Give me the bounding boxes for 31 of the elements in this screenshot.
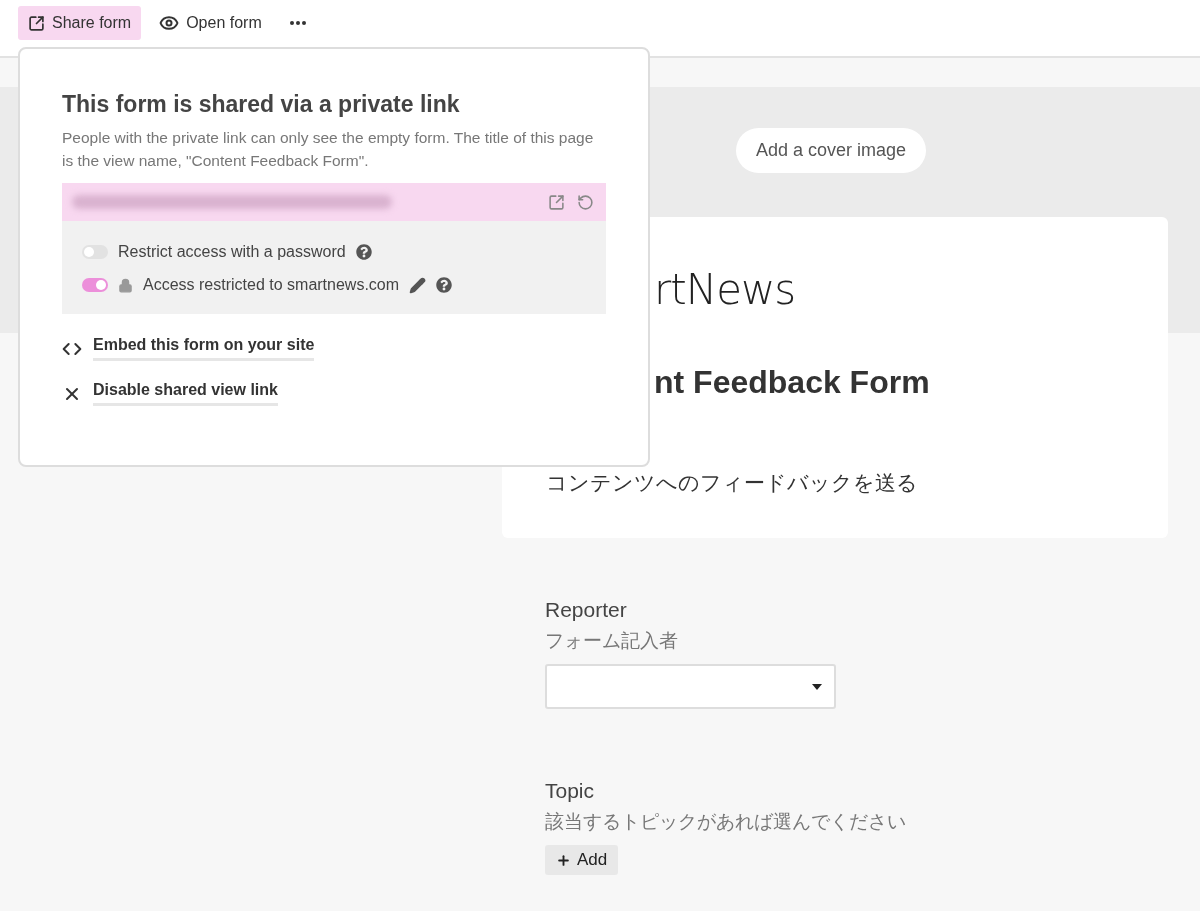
popup-link[interactable]: Embed this form on your site: [93, 336, 315, 361]
plus-icon: [556, 852, 571, 868]
toolbar-button[interactable]: Open form: [149, 6, 272, 40]
eye-icon: [159, 13, 180, 33]
pencil-icon[interactable]: [409, 276, 427, 294]
field-description: フォーム記入者: [545, 628, 678, 653]
field-label: Topic: [545, 779, 595, 803]
popup-description: People with the private link can only see the empty form. The title of this page is the view name, "Content Feedback Form".: [62, 128, 595, 171]
toggle-label: Restrict access with a password: [118, 243, 346, 261]
add-button[interactable]: Add: [545, 845, 619, 875]
select-field[interactable]: [545, 664, 836, 709]
popup-link[interactable]: Disable shared view link: [93, 381, 278, 406]
caret-icon: [812, 683, 822, 690]
toggle-switch[interactable]: [82, 278, 108, 292]
reset-icon[interactable]: [577, 193, 594, 211]
share-icon: [28, 14, 45, 32]
toggle-label: Access restricted to smartnews.com: [143, 276, 400, 294]
add-cover-button[interactable]: Add a cover image: [736, 128, 927, 173]
field-description: 該当するトピックがあれば選んでください: [545, 809, 906, 834]
more-icon: [289, 21, 306, 25]
lock-icon: [118, 277, 133, 293]
form-title: nt Feedback Form: [653, 364, 931, 401]
open-link-icon[interactable]: [548, 193, 565, 211]
field-label: Reporter: [545, 598, 627, 622]
form-subtitle: コンテンツへのフィードバックを送る: [545, 470, 919, 497]
popup-title: This form is shared via a private link: [62, 91, 461, 118]
toolbar-button[interactable]: Share form: [18, 6, 142, 40]
toggle-switch[interactable]: [82, 245, 108, 259]
help-icon[interactable]: [355, 244, 372, 260]
logo-text: rtNews: [653, 265, 797, 314]
help-icon[interactable]: [436, 277, 453, 293]
